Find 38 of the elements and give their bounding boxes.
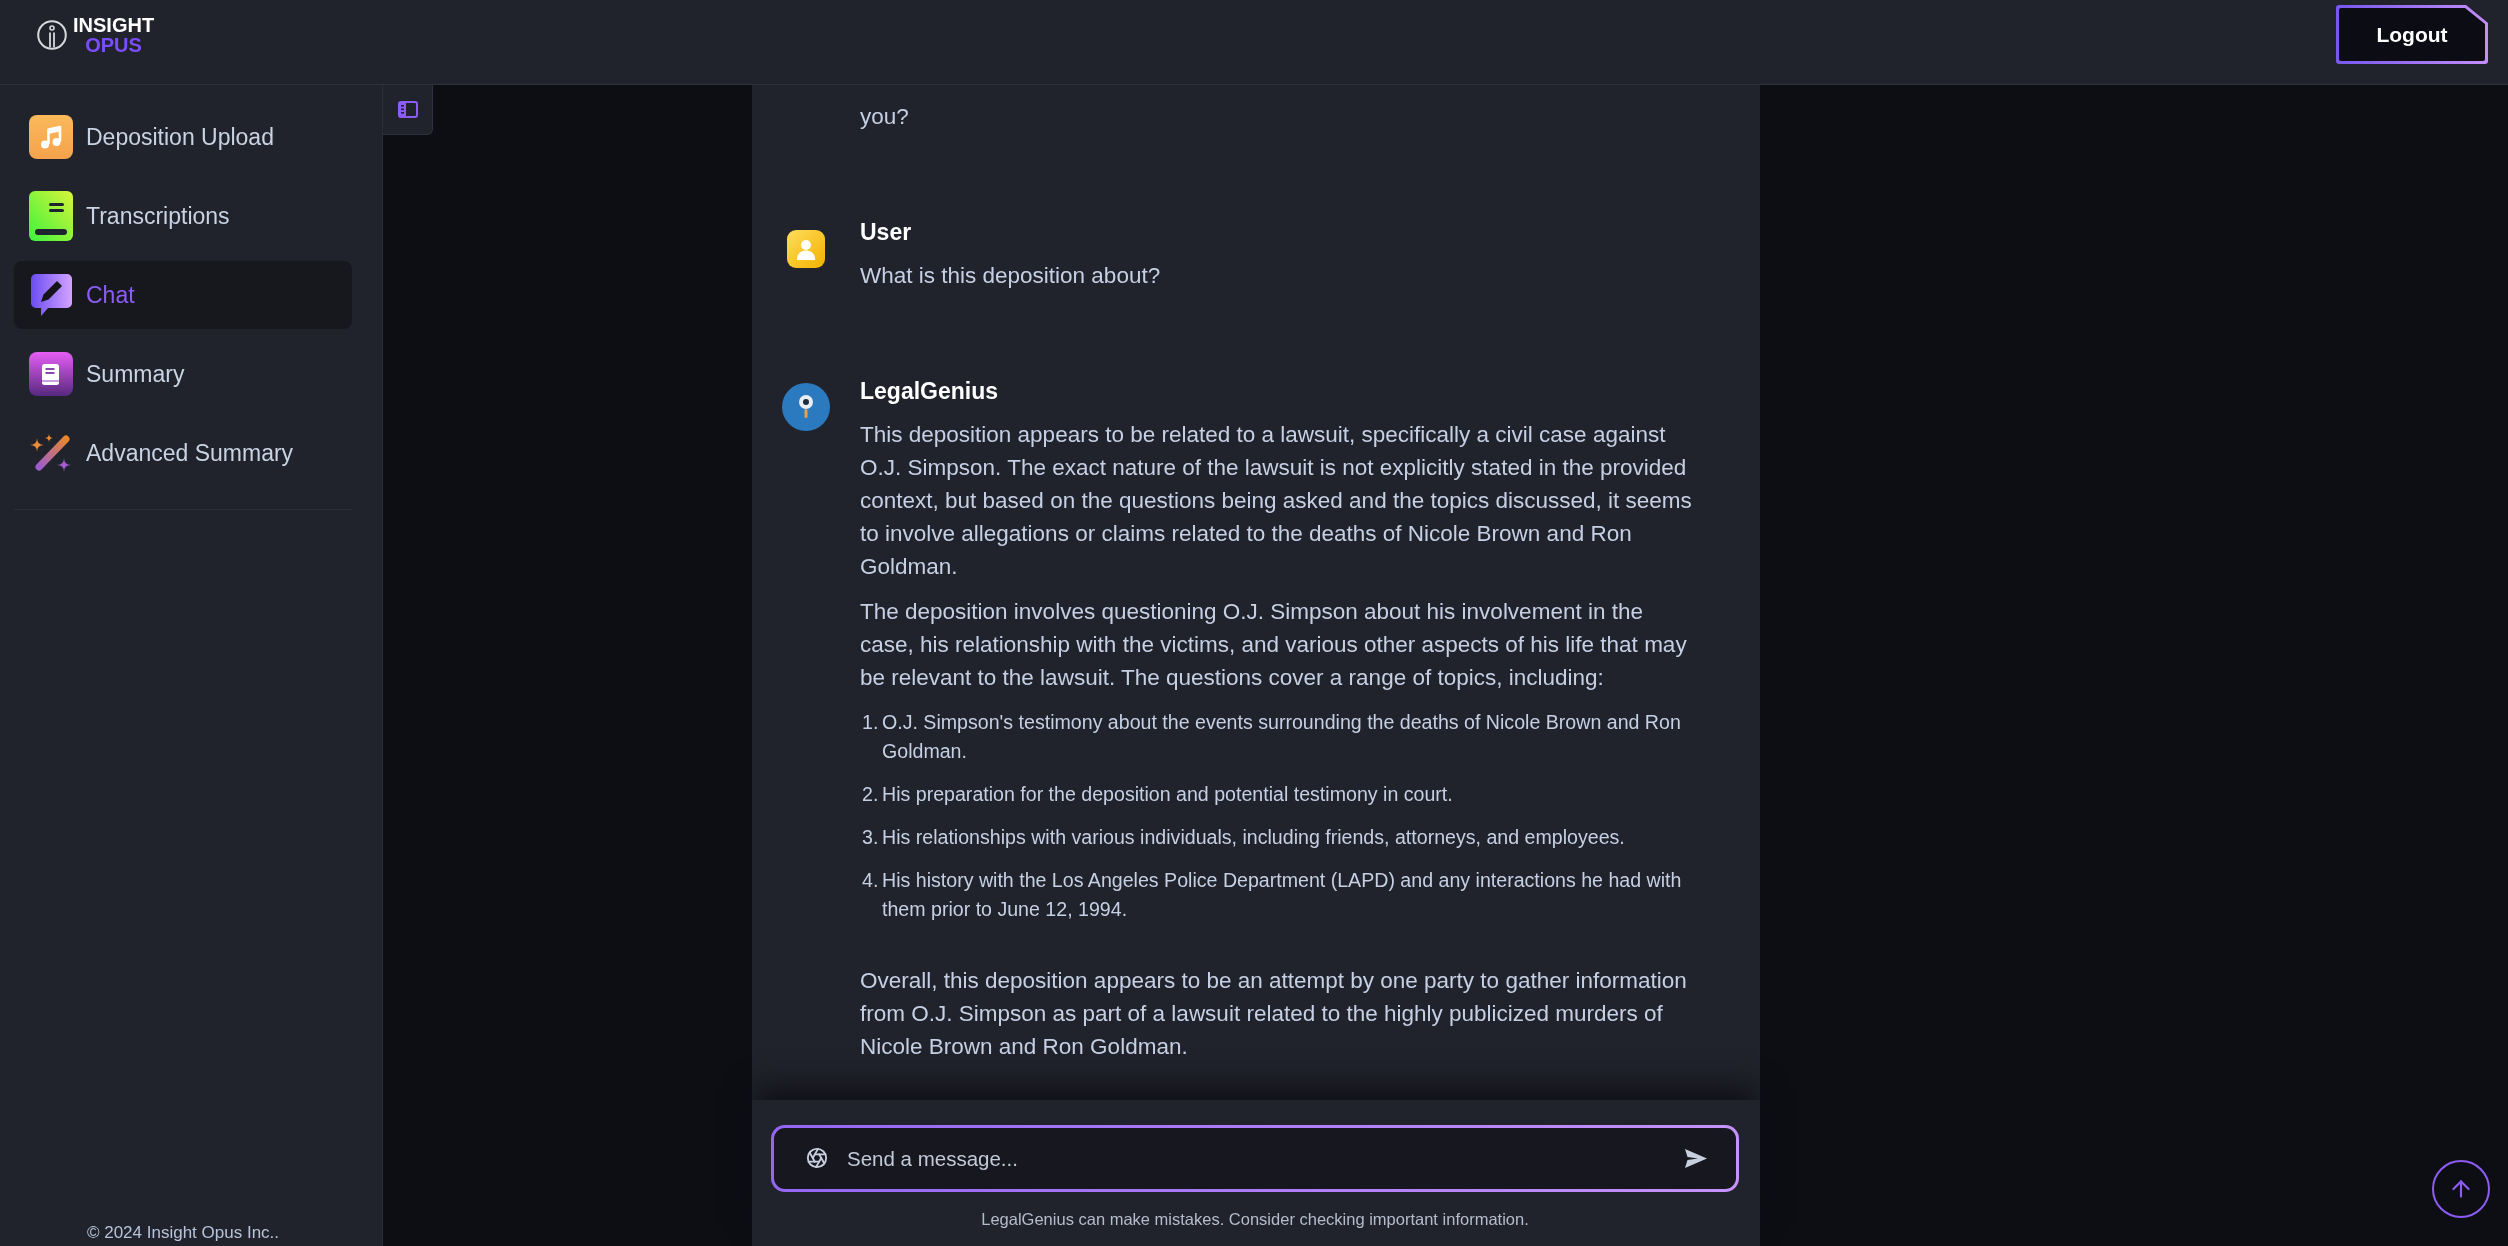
message-text: What is this deposition about? [860,262,1162,290]
sidebar-item[interactable]: Summary [14,340,352,408]
message-input[interactable]: Send a message... [771,1125,1739,1192]
book-icon [29,191,73,241]
list-item-text: His relationships with various individuals, including friends, attorneys, and employees. [882,825,1625,850]
list-item-text: O.J. Simpson's testimony about the events surrounding the deaths of Nicole Brown and Ron Goldman. [882,710,1682,764]
logout-button[interactable]: Logout [2336,5,2488,64]
sidebar-item[interactable]: Deposition Upload [14,103,352,171]
list-number: 4. [862,868,880,893]
list-item-text: His history with the Los Angeles Police Department (LAPD) and any interactions he had with them prior to June 12, 1994. [882,868,1683,922]
sidebar-item[interactable]: Transcriptions [14,182,352,250]
list-number: 2. [862,782,880,807]
message-text: Overall, this deposition appears to be an attempt by one party to gather information from O.J. Simpson as part of a lawsuit related to the highly publicized murders of Nicole Brown and Ron Goldman. [860,967,1688,1061]
magnifier-avatar-icon [782,383,830,431]
list-item-text: His preparation for the deposition and potential testimony in court. [882,782,1453,807]
logo-text: INSIGHT [73,15,155,35]
sender-name: User [860,218,913,247]
sidebar-toggle-button[interactable] [383,85,433,135]
book-icon [29,352,73,396]
sidebar-item[interactable]: Chat [14,261,352,329]
message-text: This deposition appears to be related to a lawsuit, specifically a civil case against O.J. Simpson. The exact nature of the lawsuit is not explicitly stated in the provided context, but based on the questions being asked and the topics discussed, it seems to involve allegations or claims related to the deaths of Nicole Brown and Ron Goldman. [860,421,1693,581]
disclaimer-text: LegalGenius can make mistakes. Consider checking important information. [980,1209,1530,1229]
sidebar-panel-icon [397,101,418,118]
copyright-text: © 2024 Insight Opus Inc.. [85,1223,281,1244]
list-number: 1. [862,710,880,735]
user-avatar-icon [787,230,825,268]
message-text: The deposition involves questioning O.J. Simpson about his involvement in the case, his relationship with the victims, and various other aspects of his life that may be relevant to the lawsuit. The questions cover a range of topics, including: [860,598,1688,692]
scroll-to-top-button[interactable] [2432,1160,2490,1218]
chat-bubble-pencil-icon [29,273,73,317]
sidebar-item[interactable]: Advanced Summary [14,419,352,487]
message-text: you? [860,103,910,131]
list-number: 3. [862,825,880,850]
logo-text: OPUS [85,35,142,55]
sender-name: LegalGenius [860,377,1000,406]
music-note-icon [29,115,73,159]
send-icon[interactable] [1684,1148,1708,1169]
aperture-icon[interactable] [806,1147,828,1169]
logo-icon [37,20,67,50]
